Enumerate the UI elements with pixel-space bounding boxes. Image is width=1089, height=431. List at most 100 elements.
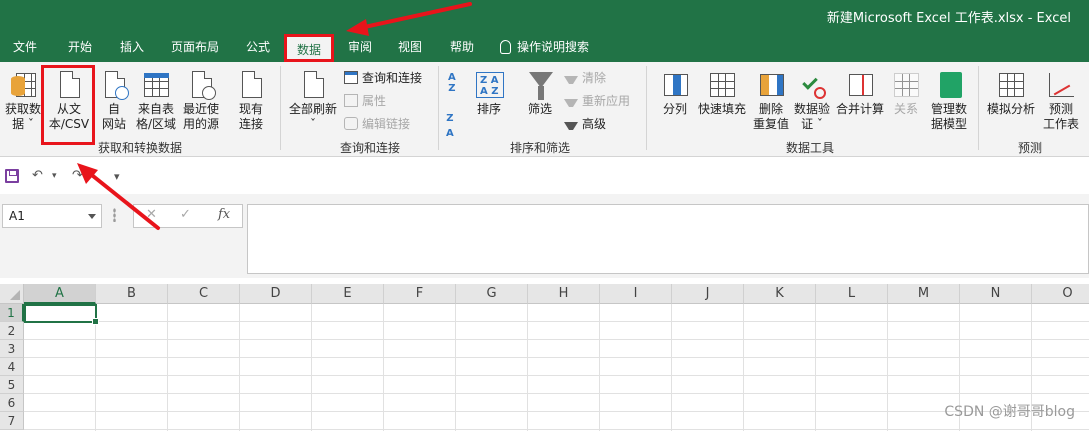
recent-sources-icon [186,70,216,100]
row-header[interactable]: 2 [0,322,24,340]
row-header[interactable]: 7 [0,412,24,430]
group-label-data-tools: 数据工具 [785,141,834,155]
column-header[interactable]: H [528,284,600,304]
chevron-down-icon[interactable] [88,214,96,219]
queries-connections-button[interactable]: 查询和连接 [344,68,422,88]
column-header[interactable]: G [456,284,528,304]
tab-review[interactable]: 审阅 [340,32,380,62]
column-header[interactable]: O [1032,284,1089,304]
recent-sources-button[interactable]: 最近使 用的源 [180,66,222,138]
row-header[interactable]: 5 [0,376,24,394]
sort-button[interactable]: Z AA Z 排序 [472,66,506,138]
formula-input[interactable] [247,204,1089,274]
tab-page-layout[interactable]: 页面布局 [162,32,228,62]
customize-toolbar-icon[interactable]: ▾ [114,170,120,183]
tell-me-label: 操作说明搜索 [517,40,590,54]
resize-handle[interactable] [113,208,116,222]
properties-label: 属性 [362,94,387,108]
text-to-columns-button[interactable]: 分列 [656,66,694,138]
manage-data-model-label-1: 管理数 [930,102,967,116]
clear-filter-button[interactable]: 清除 [564,68,606,88]
data-validation-button[interactable]: 数据验 证 ˇ [792,66,832,138]
from-table-range-button[interactable]: 来自表 格/区域 [133,66,179,138]
relationships-button[interactable]: 关系 [888,66,924,138]
column-header[interactable]: D [240,284,312,304]
sort-label: 排序 [476,102,501,116]
consolidate-button[interactable]: 合并计算 [834,66,886,138]
row-header[interactable]: 1 [0,304,24,322]
group-label-queries: 查询和连接 [339,141,400,155]
tab-insert[interactable]: 插入 [110,32,154,62]
column-header[interactable]: E [312,284,384,304]
tab-data[interactable]: 数据 [284,34,334,62]
from-web-button[interactable]: 自 网站 [96,66,132,138]
flash-fill-label: 快速填充 [697,102,746,116]
advanced-filter-button[interactable]: 高级 [564,114,606,134]
what-if-analysis-button[interactable]: 模拟分析 [984,66,1038,138]
get-data-button[interactable]: 获取数 据 ˇ [2,66,44,138]
sort-icon: Z AA Z [474,70,504,100]
active-cell-a1[interactable] [24,304,99,325]
filter-button[interactable]: 筛选 [520,66,560,138]
edit-links-button[interactable]: 编辑链接 [344,114,410,134]
forecast-sheet-button[interactable]: 预测 工作表 [1040,66,1082,138]
cancel-icon[interactable]: ✕ [146,207,157,222]
refresh-all-label-2: ˇ [310,117,316,131]
recent-sources-label-1: 最近使 [182,102,219,116]
consolidate-icon [845,70,875,100]
existing-connections-label-1: 现有 [238,102,263,116]
group-label-sort-filter: 排序和筛选 [509,141,570,155]
save-icon[interactable] [5,169,19,183]
reapply-icon [564,99,578,107]
column-header[interactable]: B [96,284,168,304]
forecast-chart-icon [1046,70,1076,100]
consolidate-label: 合并计算 [835,102,884,116]
undo-icon[interactable]: ↶ [32,168,43,183]
existing-connections-button[interactable]: 现有 连接 [232,66,270,138]
tab-formulas[interactable]: 公式 [236,32,280,62]
properties-button[interactable]: 属性 [344,91,386,111]
column-header[interactable]: L [816,284,888,304]
get-data-label-1: 获取数 [4,102,41,116]
column-header[interactable]: K [744,284,816,304]
text-to-columns-icon [660,70,690,100]
tab-file[interactable]: 文件 [4,32,46,62]
title-bar: 新建Microsoft Excel 工作表.xlsx - Excel [0,0,1089,32]
name-box[interactable]: A1 [2,204,102,228]
flash-fill-button[interactable]: 快速填充 [696,66,748,138]
row-header[interactable]: 4 [0,358,24,376]
redo-icon[interactable]: ↷ [72,168,83,183]
filter-label: 筛选 [527,102,552,116]
column-header[interactable]: N [960,284,1032,304]
column-header[interactable]: M [888,284,960,304]
undo-dropdown-icon[interactable]: ▾ [52,171,57,181]
remove-duplicates-button[interactable]: 删除 重复值 [750,66,792,138]
sort-za-icon: ZA [446,113,454,139]
tab-home[interactable]: 开始 [58,32,102,62]
row-header[interactable]: 6 [0,394,24,412]
select-all-corner[interactable] [0,284,24,304]
row-header[interactable]: 3 [0,340,24,358]
link-icon [344,117,358,130]
get-data-label-2: 据 ˇ [12,117,34,131]
column-header[interactable]: A [24,284,96,304]
reapply-button[interactable]: 重新应用 [564,91,630,111]
tell-me-search[interactable]: 操作说明搜索 [500,32,610,62]
tab-view[interactable]: 视图 [390,32,430,62]
manage-data-model-button[interactable]: 管理数 据模型 [926,66,972,138]
from-text-csv-highlight [41,65,95,145]
sort-az-button[interactable]: AZ ZA [444,66,468,139]
formula-buttons: ✕ ✓ fx [133,204,243,228]
filter-icon [525,70,555,100]
enter-icon[interactable]: ✓ [180,207,191,222]
column-header[interactable]: J [672,284,744,304]
insert-function-icon[interactable]: fx [218,207,230,222]
cell-grid[interactable] [24,304,1089,431]
column-header[interactable]: I [600,284,672,304]
column-header[interactable]: C [168,284,240,304]
refresh-all-button[interactable]: 全部刷新 ˇ [286,66,340,138]
refresh-icon [298,70,328,100]
tab-help[interactable]: 帮助 [442,32,482,62]
column-header[interactable]: F [384,284,456,304]
clear-filter-icon [564,76,578,84]
